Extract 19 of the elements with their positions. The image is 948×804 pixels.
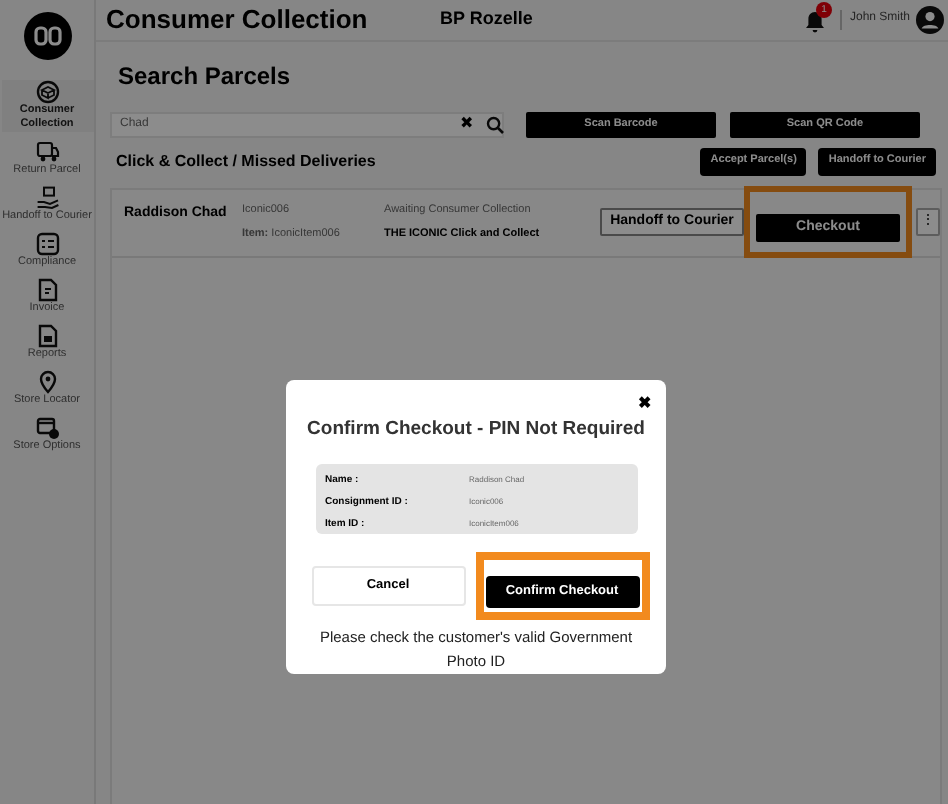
hand-package-icon bbox=[35, 186, 59, 210]
dialog-title: Confirm Checkout - PIN Not Required bbox=[307, 416, 645, 444]
bell-icon bbox=[803, 9, 826, 34]
checklist-icon bbox=[35, 232, 59, 256]
document-icon bbox=[35, 278, 59, 302]
user-avatar-icon[interactable] bbox=[916, 5, 944, 34]
truck-icon bbox=[35, 140, 59, 164]
logo bbox=[23, 12, 71, 60]
report-icon bbox=[35, 324, 59, 348]
box-icon bbox=[35, 80, 59, 104]
search-icon[interactable] bbox=[486, 115, 504, 133]
list-heading: Click & Collect / Missed Deliveries bbox=[116, 149, 378, 173]
page-title: Consumer Collection bbox=[106, 2, 370, 38]
section-heading: Search Parcels bbox=[118, 59, 293, 93]
store-name: BP Rozelle bbox=[440, 6, 533, 32]
close-button[interactable]: ✖ bbox=[638, 392, 652, 416]
store-settings-icon bbox=[35, 416, 59, 440]
location-pin-icon bbox=[35, 370, 59, 394]
clear-button[interactable]: ✖ bbox=[460, 112, 480, 136]
